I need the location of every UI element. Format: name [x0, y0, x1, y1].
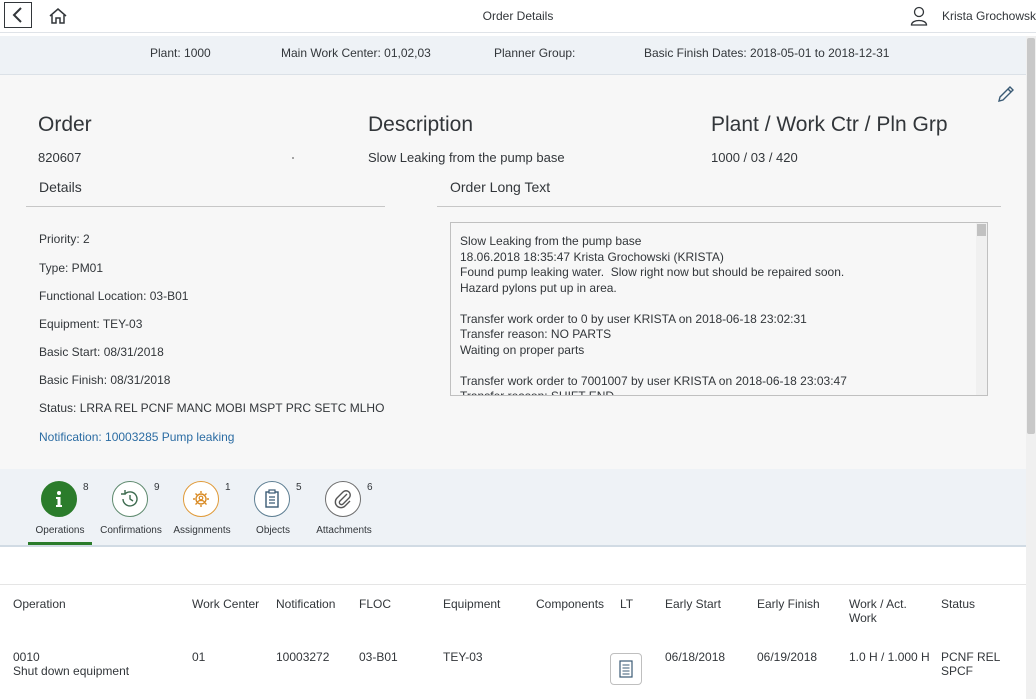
paperclip-icon [325, 481, 361, 517]
active-tab-indicator [28, 542, 92, 545]
long-text-button[interactable] [610, 653, 642, 685]
details-title: Details [39, 179, 82, 195]
user-icon [910, 6, 928, 26]
tab-attachments[interactable]: 6 Attachments [308, 481, 380, 541]
column-header-work-center[interactable]: Work Center [192, 597, 259, 611]
order-number: 820607 [38, 150, 82, 165]
clipboard-icon [254, 481, 290, 517]
cell-work-center: 01 [192, 650, 206, 664]
plant-workctr-title: Plant / Work Ctr / Pln Grp [711, 113, 948, 136]
filter-basic-finish-dates: Basic Finish Dates: 2018-05-01 to 2018-1… [644, 46, 890, 60]
cell-notification: 10003272 [276, 650, 330, 664]
detail-basic-start: Basic Start: 08/31/2018 [39, 345, 164, 359]
column-header-equipment[interactable]: Equipment [443, 597, 500, 611]
tab-attachments-label: Attachments [316, 525, 372, 536]
detail-priority: Priority: 2 [39, 232, 90, 246]
detail-type: Type: PM01 [39, 261, 104, 275]
long-text-scrollbar[interactable] [976, 223, 987, 395]
table-row[interactable]: 0010 Shut down equipment 01 10003272 03-… [0, 639, 1026, 699]
operations-table-header: Operation Work Center Notification FLOC … [0, 584, 1026, 640]
plant-workctr-value: 1000 / 03 / 420 [711, 150, 798, 165]
long-text-divider [437, 206, 1001, 207]
tab-confirmations-label: Confirmations [100, 525, 162, 536]
page-scrollbar-thumb[interactable] [1027, 38, 1035, 434]
icon-tab-bar: 8 Operations 9 Confirmations 1 Assignmen… [0, 469, 1026, 547]
order-title: Order [38, 113, 92, 136]
filter-info-bar: Plant: 1000 Main Work Center: 01,02,03 P… [0, 36, 1036, 75]
column-header-operation[interactable]: Operation [13, 597, 66, 611]
column-header-work[interactable]: Work / Act. Work [849, 597, 915, 625]
filter-planner-group: Planner Group: [494, 46, 576, 60]
detail-functional-location: Functional Location: 03-B01 [39, 289, 189, 303]
details-divider [26, 206, 385, 207]
cell-early-finish: 06/19/2018 [757, 650, 818, 664]
cell-work: 1.0 H / 1.000 H [849, 650, 930, 664]
long-text-title: Order Long Text [450, 179, 551, 195]
tab-confirmations[interactable]: 9 Confirmations [95, 481, 167, 541]
column-header-early-start[interactable]: Early Start [665, 597, 721, 611]
tab-assignments-count: 1 [225, 482, 231, 493]
long-text-content: Slow Leaking from the pump base 18.06.20… [460, 234, 847, 396]
cell-floc: 03-B01 [359, 650, 398, 664]
tab-assignments-label: Assignments [173, 525, 231, 536]
notification-link[interactable]: Notification: 10003285 Pump leaking [39, 430, 234, 444]
column-header-status[interactable]: Status [941, 597, 975, 611]
long-text-scrollbar-thumb[interactable] [977, 224, 986, 236]
info-icon [41, 481, 77, 517]
detail-basic-finish: Basic Finish: 08/31/2018 [39, 373, 171, 387]
tab-operations-count: 8 [83, 482, 89, 493]
filter-plant: Plant: 1000 [150, 46, 211, 60]
tab-objects[interactable]: 5 Objects [237, 481, 309, 541]
cell-early-start: 06/18/2018 [665, 650, 726, 664]
assignment-icon [183, 481, 219, 517]
tab-confirmations-count: 9 [154, 482, 160, 493]
column-header-early-finish[interactable]: Early Finish [757, 597, 820, 611]
pencil-icon [998, 86, 1014, 102]
cell-operation-description: Shut down equipment [13, 664, 130, 678]
user-button[interactable] [910, 6, 928, 26]
page-title: Order Details [482, 9, 554, 23]
tab-operations[interactable]: 8 Operations [24, 481, 96, 541]
description-value: Slow Leaking from the pump base [368, 150, 565, 165]
cell-status: PCNF REL SPCF [941, 650, 1000, 678]
long-text-area[interactable]: Slow Leaking from the pump base 18.06.20… [450, 222, 988, 396]
tab-operations-label: Operations [35, 525, 85, 536]
tab-objects-label: Objects [256, 525, 290, 536]
detail-status: Status: LRRA REL PCNF MANC MOBI MSPT PRC… [39, 401, 385, 415]
tab-attachments-count: 6 [367, 482, 373, 493]
user-name[interactable]: Krista Grochowski [942, 9, 1036, 23]
detail-equipment: Equipment: TEY-03 [39, 317, 143, 331]
clock-history-icon [112, 481, 148, 517]
filter-main-work-center: Main Work Center: 01,02,03 [281, 46, 431, 60]
description-title: Description [368, 113, 474, 136]
edit-button[interactable] [996, 84, 1016, 104]
cell-equipment: TEY-03 [443, 650, 483, 664]
document-list-icon [619, 660, 633, 678]
column-header-components[interactable]: Components [536, 597, 604, 611]
column-header-notification[interactable]: Notification [276, 597, 335, 611]
cell-operation: 0010 [13, 650, 40, 664]
shell-header: Order Details Krista Grochowski [0, 0, 1036, 33]
tab-assignments[interactable]: 1 Assignments [166, 481, 238, 541]
column-header-floc[interactable]: FLOC [359, 597, 391, 611]
separator-dot [292, 157, 294, 159]
tab-objects-count: 5 [296, 482, 302, 493]
column-header-lt[interactable]: LT [620, 597, 633, 611]
